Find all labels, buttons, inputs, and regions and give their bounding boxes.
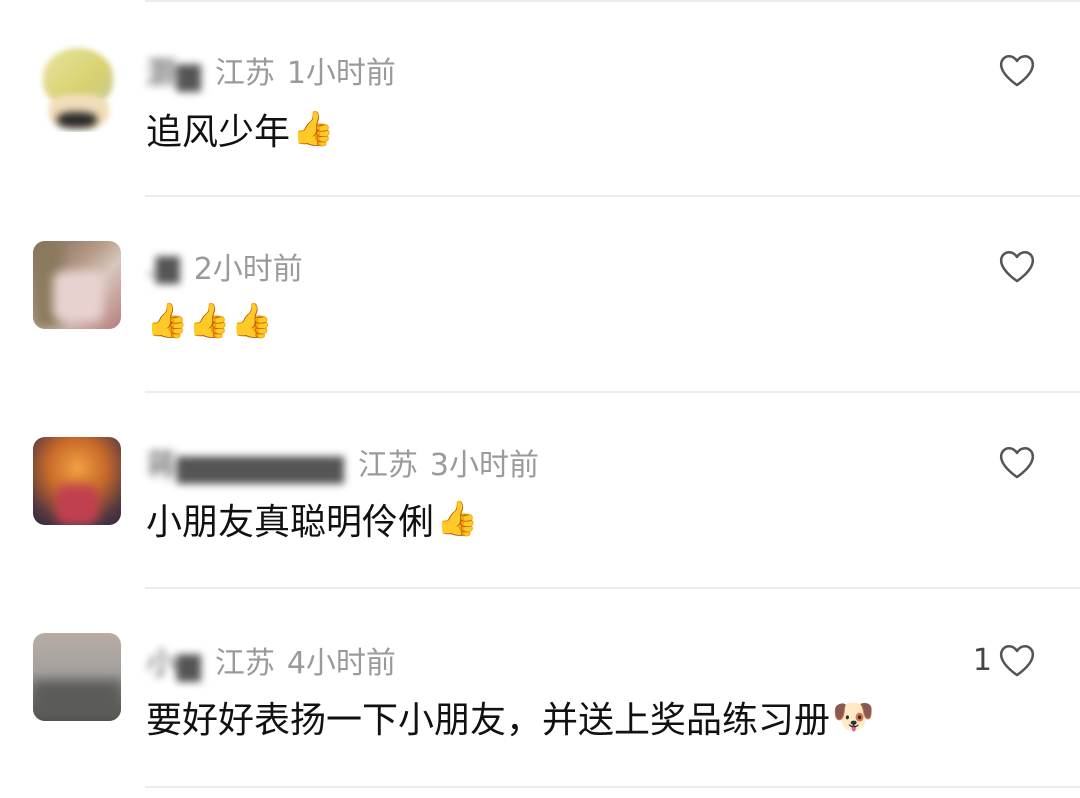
username[interactable]: 灏▆	[146, 48, 201, 93]
avatar[interactable]	[33, 241, 121, 329]
username[interactable]: 小▆	[146, 638, 201, 683]
comment-meta: .▆ 2小时前	[146, 244, 303, 288]
like-button[interactable]	[992, 442, 1036, 482]
username[interactable]: 蒋▆▆▆▆▆▆▆	[146, 440, 344, 485]
heart-outline-icon	[999, 250, 1035, 283]
timestamp: 4小时前	[286, 646, 396, 681]
region-label: 江苏	[357, 448, 418, 483]
comment-text: 追风少年 👍	[146, 104, 334, 154]
username[interactable]: .▆	[146, 248, 180, 284]
like-count: 1	[972, 642, 992, 678]
dog-face-emoji: 🐶	[832, 697, 875, 737]
avatar[interactable]	[33, 633, 121, 721]
thumbs-up-emoji: 👍👍👍	[146, 301, 274, 341]
comment-item[interactable]: 灏▆ 江苏 1小时前 追风少年 👍	[0, 0, 1080, 196]
timestamp: 2小时前	[193, 252, 303, 287]
divider	[145, 786, 1080, 788]
comment-list: 灏▆ 江苏 1小时前 追风少年 👍 .▆ 2小时前 👍👍👍 蒋▆▆▆▆▆▆▆ 江…	[0, 0, 1080, 798]
comment-text: 要好好表扬一下小朋友，并送上奖品练习册 🐶	[146, 692, 874, 742]
heart-outline-icon	[999, 446, 1035, 479]
region-label: 江苏	[214, 646, 275, 681]
avatar[interactable]	[33, 437, 121, 525]
comment-meta: 灏▆ 江苏 1小时前	[146, 48, 396, 92]
comment-item[interactable]: 小▆ 江苏 4小时前 要好好表扬一下小朋友，并送上奖品练习册 🐶 1	[0, 588, 1080, 784]
timestamp: 1小时前	[286, 56, 396, 91]
timestamp: 3小时前	[429, 448, 539, 483]
comment-item[interactable]: 蒋▆▆▆▆▆▆▆ 江苏 3小时前 小朋友真聪明伶俐 👍	[0, 392, 1080, 588]
thumbs-up-emoji: 👍	[436, 499, 479, 539]
like-button[interactable]	[992, 50, 1036, 90]
heart-outline-icon	[999, 644, 1035, 677]
like-button[interactable]	[992, 246, 1036, 286]
comment-body: 要好好表扬一下小朋友，并送上奖品练习册	[146, 700, 831, 741]
comment-item[interactable]: .▆ 2小时前 👍👍👍	[0, 196, 1080, 392]
heart-outline-icon	[999, 54, 1035, 87]
like-button[interactable]: 1	[973, 640, 1036, 680]
comment-meta: 小▆ 江苏 4小时前	[146, 638, 396, 682]
region-label: 江苏	[214, 56, 275, 91]
comment-text: 小朋友真聪明伶俐 👍	[146, 494, 478, 544]
thumbs-up-emoji: 👍	[292, 109, 335, 149]
comment-body: 小朋友真聪明伶俐	[146, 502, 435, 543]
avatar[interactable]	[33, 44, 121, 132]
comment-meta: 蒋▆▆▆▆▆▆▆ 江苏 3小时前	[146, 440, 539, 484]
comment-text: 👍👍👍	[146, 296, 273, 346]
comment-body: 追风少年	[146, 112, 291, 153]
